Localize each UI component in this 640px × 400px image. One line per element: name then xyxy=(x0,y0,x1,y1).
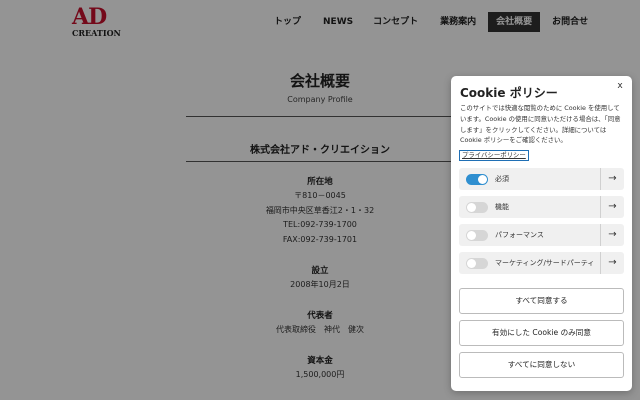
cookie-title: Cookie ポリシー xyxy=(460,86,558,100)
cookie-category-required: 必須 → xyxy=(459,168,624,190)
cookie-toggle-required[interactable] xyxy=(466,174,488,185)
cookie-category-label: パフォーマンス xyxy=(495,231,544,239)
cookie-category-performance: パフォーマンス → xyxy=(459,224,624,246)
cookie-toggle-functional[interactable] xyxy=(466,202,488,213)
cookie-toggle-performance[interactable] xyxy=(466,230,488,241)
toggle-knob xyxy=(467,231,476,240)
accept-all-button[interactable]: すべて同意する xyxy=(459,288,624,314)
arrow-right-icon[interactable]: → xyxy=(600,252,624,274)
arrow-right-icon[interactable]: → xyxy=(600,168,624,190)
cookie-category-marketing: マーケティング/サードパーティ → xyxy=(459,252,624,274)
arrow-right-icon[interactable]: → xyxy=(600,196,624,218)
toggle-knob xyxy=(467,203,476,212)
cookie-category-label: マーケティング/サードパーティ xyxy=(495,259,595,267)
arrow-right-icon[interactable]: → xyxy=(600,224,624,246)
close-icon[interactable]: x xyxy=(614,80,626,92)
toggle-knob xyxy=(478,175,487,184)
cookie-category-functional: 機能 → xyxy=(459,196,624,218)
cookie-category-label: 必須 xyxy=(495,175,509,183)
privacy-policy-link[interactable]: プライバシーポリシー xyxy=(459,150,529,161)
toggle-knob xyxy=(467,259,476,268)
reject-all-button[interactable]: すべてに同意しない xyxy=(459,352,624,378)
accept-selected-button[interactable]: 有効にした Cookie のみ同意 xyxy=(459,320,624,346)
cookie-category-label: 機能 xyxy=(495,203,509,211)
cookie-description: このサイトでは快適な閲覧のために Cookie を使用しています。Cookie … xyxy=(460,104,621,145)
cookie-consent-panel: Cookie ポリシー x このサイトでは快適な閲覧のために Cookie を使… xyxy=(451,76,632,391)
cookie-toggle-marketing[interactable] xyxy=(466,258,488,269)
